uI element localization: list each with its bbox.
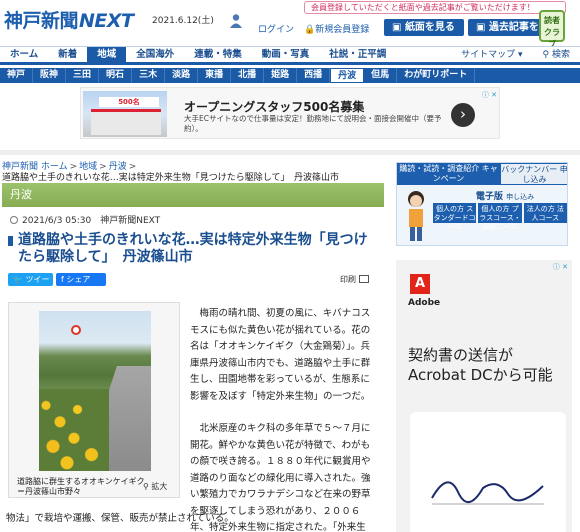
clock-icon: [10, 216, 18, 224]
promo-plus-button[interactable]: 個人の方 プラスコース・同紙コース: [478, 203, 522, 231]
view-paper-button[interactable]: ▣ 紙面を見る: [384, 19, 464, 36]
promo-backnumber[interactable]: バックナンバー 申し込み: [500, 163, 567, 185]
nav-sitemap[interactable]: サイトマップ ▾: [451, 47, 532, 63]
article-datetime: 2021/6/3 05:30: [22, 216, 92, 226]
nav-search[interactable]: ⚲ 検索: [533, 47, 580, 63]
reader-club-badge[interactable]: 読者クラブ: [539, 10, 565, 49]
ad-choices-icon[interactable]: ⓘ ✕: [482, 90, 497, 100]
nav-home[interactable]: ホーム: [0, 47, 48, 62]
region-seiban[interactable]: 西播: [297, 68, 331, 83]
region-kobe[interactable]: 神戸: [0, 68, 34, 83]
article-body: 梅雨の晴れ間、初夏の風に、キバナコスモスにも似た黄色い花が揺れている。花の名は「…: [190, 306, 376, 532]
article-paragraph-end: 物法」で栽培や運搬、保管、販売が禁止されている。: [6, 513, 234, 524]
promo-corporate-button[interactable]: 法人の方 法人コース: [523, 203, 567, 223]
region-nav: 神戸 阪神 三田 明石 三木 淡路 東播 北播 姫路 西播 丹波 但馬 わが町リ…: [0, 68, 580, 83]
road-sign: [71, 325, 81, 335]
ad-image: 500名: [83, 91, 167, 137]
article-photo[interactable]: [39, 311, 151, 471]
tweet-button[interactable]: 🐦 ツイート: [8, 273, 53, 297]
divider: [0, 150, 580, 155]
article-paragraph: 梅雨の晴れ間、初夏の風に、キバナコスモスにも似た黄色い花が揺れている。花の名は「…: [190, 308, 371, 402]
document-illustration: [410, 412, 566, 532]
region-hokuban[interactable]: 北播: [231, 68, 265, 83]
facebook-share-button[interactable]: f シェア: [56, 273, 106, 286]
adobe-line1: 契約書の送信が: [408, 346, 514, 364]
nav-series[interactable]: 連載・特集: [184, 47, 252, 62]
ad-title: オープニングスタッフ500名募集: [184, 100, 365, 114]
nav-region[interactable]: 地域: [87, 47, 127, 62]
header-date: 2021.6.12(土): [152, 16, 214, 26]
adobe-ad[interactable]: ⓘ ✕ A Adobe 契約書の送信が Acrobat DCから可能: [396, 260, 572, 532]
nav-new[interactable]: 新着: [48, 47, 87, 62]
promo-digital: 電子版 申し込み: [475, 192, 535, 202]
crumb-current: 道路脇や土手のきれいな花…実は特定外来生物「見つけたら駆除して」 丹波篠山市: [2, 173, 339, 183]
region-himeji[interactable]: 姫路: [264, 68, 298, 83]
article-headline: 道路脇や土手のきれいな花…実は特定外来生物「見つけたら駆除して」 丹波篠山市: [8, 232, 378, 266]
photo-caption: 道路脇に群生するオオキンケイギク＝丹波篠山市野々: [17, 477, 145, 496]
nav-world[interactable]: 全国海外: [126, 47, 184, 62]
login-link[interactable]: ログイン: [258, 22, 294, 35]
article-source: 神戸新聞NEXT: [100, 216, 161, 226]
print-button[interactable]: 印刷: [340, 274, 369, 285]
adobe-line2: Acrobat DCから可能: [408, 366, 553, 384]
promo-standard-button[interactable]: 個人の方 スタンダードコース: [433, 203, 477, 231]
region-tamba[interactable]: 丹波: [330, 68, 365, 83]
member-notice[interactable]: 会員登録していただくと紙面や過去記事がご覧いただけます！: [304, 1, 566, 14]
nav-editorial[interactable]: 社説・正平調: [319, 47, 396, 62]
region-tajima[interactable]: 但馬: [364, 68, 398, 83]
printer-icon: [359, 275, 369, 283]
main-nav: ホーム 新着 地域 全国海外 連載・特集 動画・写真 社説・正平調 サイトマップ…: [0, 46, 580, 65]
article-meta: 2021/6/3 05:30 神戸新聞NEXT: [10, 213, 160, 226]
promo-campaign[interactable]: 購読・試読・調査紹介 キャンペーン: [397, 163, 500, 185]
zoom-button[interactable]: ⚲ 拡大: [143, 481, 167, 492]
section-label: 丹波: [2, 183, 384, 207]
user-icon[interactable]: [229, 13, 243, 29]
mascot-illustration: [408, 191, 424, 241]
ad-text: 大手ECサイトなので仕事量は安定！勤務地にて説明会・面接会開催中（要予約）。: [184, 114, 442, 133]
photo-figure: 道路脇に群生するオオキンケイギク＝丹波篠山市野々 ⚲ 拡大: [8, 302, 180, 498]
ad-banner[interactable]: 500名 オープニングスタッフ500名募集 大手ECサイトなので仕事量は安定！勤…: [80, 87, 500, 139]
ad-arrow-icon[interactable]: ›: [451, 103, 475, 127]
adobe-brand: Adobe: [408, 298, 441, 308]
logo-next: NEXT: [79, 10, 134, 32]
site-header: 神戸新聞NEXT 2021.6.12(土) ログイン 🔒新規会員登録 会員登録し…: [0, 0, 580, 49]
region-miki[interactable]: 三木: [132, 68, 166, 83]
nav-video[interactable]: 動画・写真: [252, 47, 320, 62]
region-sanda[interactable]: 三田: [66, 68, 100, 83]
region-report[interactable]: わが町リポート: [397, 68, 476, 83]
signature-illustration: [431, 481, 544, 505]
region-awaji[interactable]: 淡路: [165, 68, 199, 83]
region-akashi[interactable]: 明石: [99, 68, 133, 83]
region-hanshin[interactable]: 阪神: [33, 68, 67, 83]
adobe-logo-icon: A: [410, 274, 430, 294]
ad-choices-icon[interactable]: ⓘ ✕: [553, 262, 568, 272]
site-logo[interactable]: 神戸新聞NEXT: [4, 6, 134, 33]
search-icon: ⚲: [542, 50, 550, 60]
subscription-promo[interactable]: 購読・試読・調査紹介 キャンペーン バックナンバー 申し込み 電子版 申し込み …: [396, 162, 568, 246]
region-tohban[interactable]: 東播: [198, 68, 232, 83]
new-registration-link[interactable]: 🔒新規会員登録: [304, 22, 369, 35]
magnifier-icon: ⚲: [143, 482, 149, 491]
